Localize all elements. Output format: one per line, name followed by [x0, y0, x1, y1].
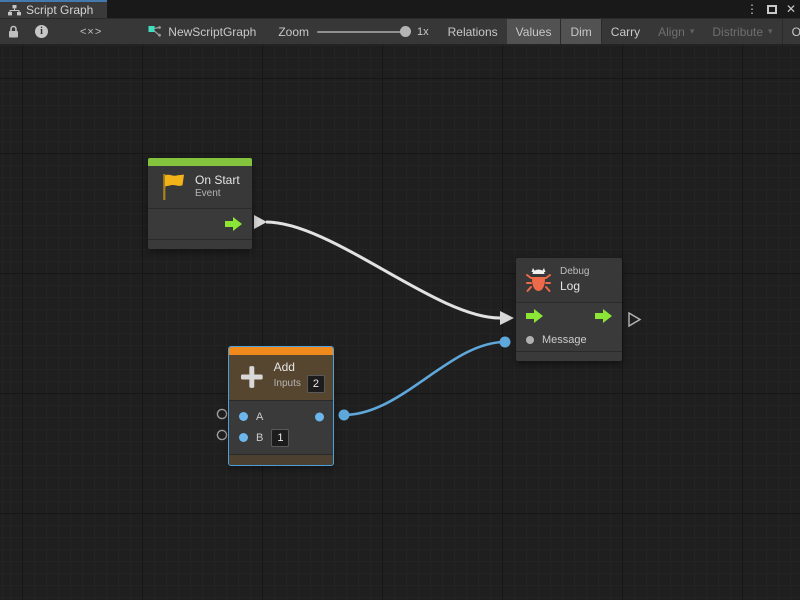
kebab-menu-icon[interactable]: ⋮ [746, 3, 758, 15]
tab-script-graph[interactable]: Script Graph [0, 0, 107, 18]
value-output-connected-marker[interactable] [339, 410, 350, 421]
align-dropdown[interactable]: Align ▾ [649, 19, 703, 44]
exec-port-row [516, 303, 622, 329]
graph-hierarchy-icon [8, 5, 21, 16]
inputs-count-field[interactable]: 2 [307, 375, 325, 393]
node-subtitle: Event [195, 188, 240, 201]
node-surtitle: Debug [560, 266, 589, 279]
port-a-input[interactable] [239, 412, 248, 421]
chevron-down-icon: ▾ [690, 26, 695, 37]
port-row-b: B 1 [229, 427, 333, 448]
info-button[interactable]: i [27, 19, 56, 44]
node-title: Log [560, 279, 589, 294]
zoom-value: 1x [417, 26, 429, 38]
toolbar-toggle-group: Relations Values Dim Carry Align ▾ Distr… [439, 19, 800, 44]
port-a-external-socket[interactable] [217, 409, 226, 418]
sum-output-port[interactable] [315, 412, 324, 421]
node-header: Add Inputs 2 [229, 355, 333, 400]
inputs-label: Inputs [274, 378, 301, 391]
event-accent-bar [148, 158, 252, 166]
node-title: On Start [195, 173, 240, 188]
node-footer [148, 240, 252, 249]
graph-breadcrumb[interactable]: NewScriptGraph [126, 19, 266, 44]
zoom-slider[interactable] [317, 31, 409, 33]
dim-label: Dim [570, 25, 591, 39]
port-a-label: A [256, 411, 263, 423]
zoom-slider-handle[interactable] [400, 26, 411, 37]
node-add[interactable]: Add Inputs 2 A B 1 [229, 347, 333, 465]
window-controls: ⋮ ✕ [746, 0, 796, 18]
code-preview-button[interactable]: <×> [56, 19, 126, 44]
node-debug-log[interactable]: Debug Log Message [516, 258, 622, 361]
flag-icon [160, 172, 186, 201]
distribute-dropdown[interactable]: Distribute ▾ [703, 19, 781, 44]
script-graph-asset-icon [148, 25, 162, 38]
exec-input-port[interactable] [526, 309, 543, 323]
plus-icon [239, 364, 265, 390]
wires-layer [0, 45, 800, 600]
port-row-a: A [229, 406, 333, 427]
align-label: Align [658, 25, 685, 39]
node-header: On Start Event [148, 166, 252, 208]
distribute-label: Distribute [712, 25, 763, 39]
message-port-row: Message [516, 329, 622, 351]
node-on-start[interactable]: On Start Event [148, 158, 252, 249]
zoom-label: Zoom [278, 25, 309, 39]
values-label: Values [516, 25, 552, 39]
relations-label: Relations [448, 25, 498, 39]
node-ports [148, 208, 252, 240]
zoom-control: Zoom 1x [266, 19, 436, 44]
dim-button[interactable]: Dim [561, 19, 600, 44]
node-title: Add [274, 360, 325, 375]
math-accent-bar [229, 347, 333, 355]
script-graph-window: Script Graph ⋮ ✕ i <×> [0, 0, 800, 600]
message-input-port[interactable] [526, 336, 534, 344]
port-b-external-socket[interactable] [217, 430, 226, 439]
exec-output-connected-marker[interactable] [254, 215, 267, 229]
carry-button[interactable]: Carry [602, 19, 649, 44]
overview-button[interactable]: Overview [783, 19, 800, 44]
maximize-icon[interactable] [767, 5, 777, 14]
lock-icon [8, 25, 19, 38]
port-b-input[interactable] [239, 433, 248, 442]
node-ports: A B 1 [229, 400, 333, 455]
bug-icon [526, 266, 551, 294]
values-button[interactable]: Values [507, 19, 561, 44]
exec-output-unconnected-marker[interactable] [629, 313, 640, 326]
close-icon[interactable]: ✕ [786, 3, 796, 15]
node-header: Debug Log [516, 258, 622, 302]
tab-bar: Script Graph ⋮ ✕ [0, 0, 800, 18]
graph-toolbar: i <×> NewScriptGraph Zoom 1x Relati [0, 18, 800, 45]
overview-label: Overview [792, 25, 800, 39]
info-icon: i [35, 25, 48, 38]
wire-exec-onstart-to-log[interactable] [266, 222, 500, 318]
wire-value-add-to-message[interactable] [344, 342, 505, 415]
tab-title: Script Graph [26, 3, 93, 17]
exec-output-port[interactable] [225, 217, 242, 231]
lock-button[interactable] [0, 19, 27, 44]
graph-canvas[interactable]: On Start Event Add [0, 45, 800, 600]
code-icon: <×> [80, 26, 102, 38]
carry-label: Carry [611, 25, 640, 39]
message-label: Message [542, 334, 587, 346]
node-ports: Message [516, 302, 622, 352]
graph-name: NewScriptGraph [168, 25, 256, 39]
node-footer [229, 455, 333, 465]
port-b-label: B [256, 432, 263, 444]
value-input-connected-marker[interactable] [500, 337, 511, 348]
wire-arrowhead-icon [500, 311, 514, 325]
chevron-down-icon: ▾ [768, 26, 773, 37]
port-b-value-field[interactable]: 1 [271, 429, 289, 447]
exec-output-port[interactable] [595, 309, 612, 323]
relations-button[interactable]: Relations [439, 19, 507, 44]
node-footer [516, 352, 622, 361]
